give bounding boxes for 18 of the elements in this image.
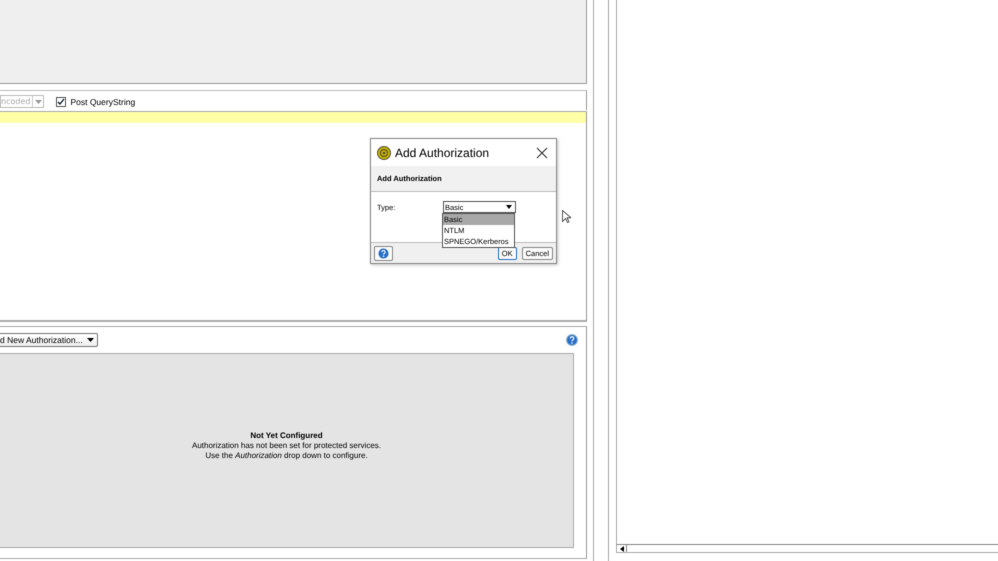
mouse-cursor-icon [562,210,571,223]
dialog-title: Add Authorization [395,146,490,160]
caret-icon [86,338,94,342]
help-icon[interactable] [566,334,578,346]
help-button[interactable] [374,246,393,260]
app-logo-icon [377,146,391,160]
left-arrow-icon[interactable] [620,546,624,552]
help-icon [378,248,389,258]
caret-icon [34,100,42,104]
add-authorization-dropdown[interactable]: d New Authorization... [0,333,98,347]
empty-state-text: Use the Authorization drop down to configure. [205,450,368,460]
caret-icon [506,205,512,209]
empty-state-title: Not Yet Configured [250,430,323,440]
empty-state-text: Authorization has not been set for protected services. [192,440,381,450]
checkmark-icon [57,98,66,106]
close-icon[interactable] [536,146,548,158]
horizontal-scrollbar[interactable] [616,544,998,553]
post-querystring-checkbox[interactable]: Post QueryString [56,96,136,106]
